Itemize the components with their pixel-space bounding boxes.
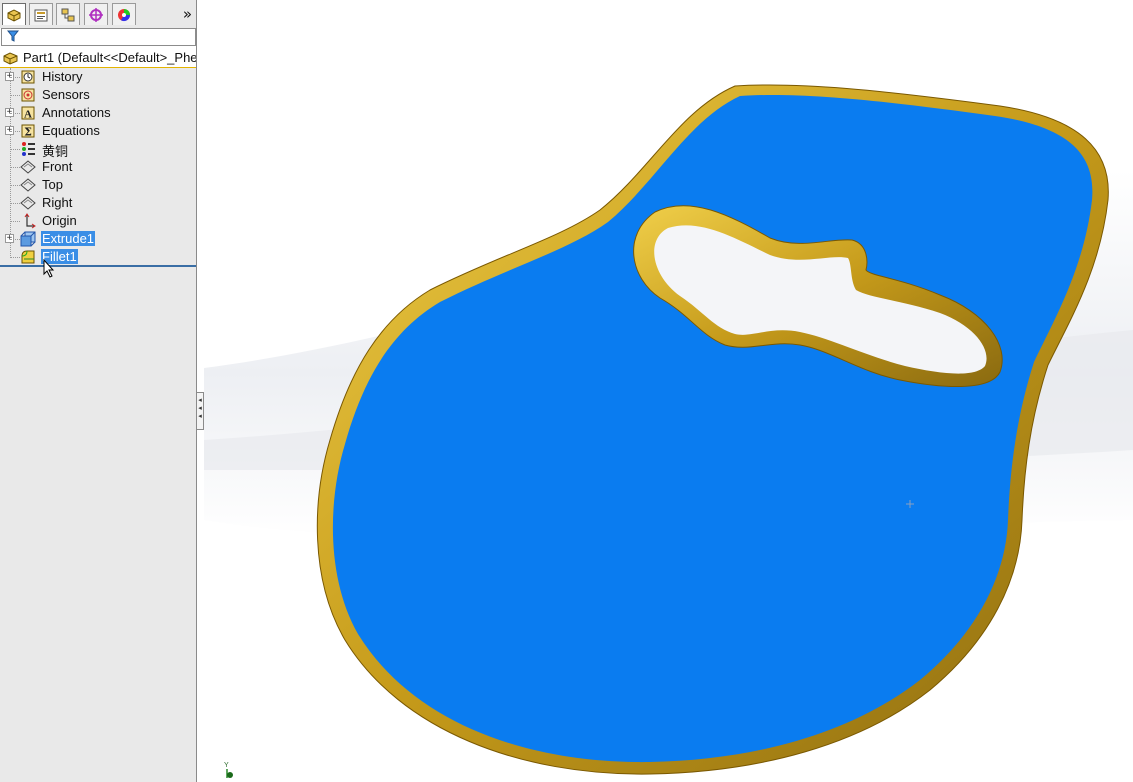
tree-item-label: Right bbox=[42, 195, 73, 210]
part-face-top[interactable] bbox=[332, 94, 1093, 763]
tree-item-label: Annotations bbox=[42, 105, 111, 120]
dimxpert-icon bbox=[89, 7, 103, 22]
filter-bar[interactable] bbox=[1, 28, 196, 46]
tree-item-annotations[interactable]: + A Annotations bbox=[0, 104, 196, 122]
tree-item-label: Top bbox=[42, 177, 63, 192]
tree-item-label: Equations bbox=[42, 123, 100, 138]
propertymanager-tab[interactable] bbox=[29, 3, 53, 25]
panel-overflow-chevron[interactable]: » bbox=[183, 5, 192, 23]
tree-item-label: History bbox=[42, 69, 83, 84]
history-icon bbox=[21, 70, 35, 84]
tree-root-part[interactable]: Part1 (Default<<Default>_Phe bbox=[0, 49, 196, 69]
feature-tree: + History Sensors + A Annotations + Σ Eq… bbox=[0, 68, 196, 782]
tree-item-label: Extrude1 bbox=[41, 231, 96, 246]
part-icon bbox=[3, 52, 18, 65]
configurationmanager-tab[interactable] bbox=[56, 3, 80, 25]
tree-item-sensors[interactable]: Sensors bbox=[0, 86, 196, 104]
plane-icon bbox=[20, 178, 36, 192]
origin-icon bbox=[24, 213, 36, 229]
svg-text:A: A bbox=[24, 109, 32, 121]
tree-item-label: Front bbox=[42, 159, 73, 174]
tree-item-fillet1[interactable]: Fillet1 bbox=[0, 248, 196, 266]
sensors-icon bbox=[21, 88, 35, 102]
part-root-label: Part1 (Default<<Default>_Phe bbox=[23, 50, 196, 65]
tree-item-label: Origin bbox=[42, 213, 77, 228]
view-triad-icon: Y bbox=[224, 762, 233, 778]
tree-item-history[interactable]: + History bbox=[0, 68, 196, 86]
fillet-icon bbox=[21, 250, 35, 264]
panel-collapse-handle[interactable]: ◂ ◂ ◂ bbox=[196, 392, 204, 430]
extrude-icon bbox=[20, 231, 36, 247]
tree-item-equations[interactable]: + Σ Equations bbox=[0, 122, 196, 140]
tree-item-right-plane[interactable]: Right bbox=[0, 194, 196, 212]
configuration-icon bbox=[61, 8, 75, 21]
model-view[interactable] bbox=[204, 0, 1133, 782]
display-manager-tab[interactable] bbox=[112, 3, 136, 25]
material-icon bbox=[22, 142, 35, 156]
rollback-bar[interactable] bbox=[0, 265, 196, 267]
featuremanager-icon bbox=[7, 8, 21, 22]
graphics-viewport[interactable]: Y bbox=[204, 0, 1133, 782]
panel-tab-bar: » bbox=[0, 0, 196, 28]
tree-item-material[interactable]: 黄铜 bbox=[0, 140, 196, 159]
tree-item-front-plane[interactable]: Front bbox=[0, 158, 196, 176]
feature-manager-panel: » Part1 (Default<<Default>_Phe + History… bbox=[0, 0, 197, 782]
dimxpert-tab[interactable] bbox=[84, 3, 108, 25]
tree-item-origin[interactable]: Origin bbox=[0, 212, 196, 230]
plane-icon bbox=[20, 160, 36, 174]
appearance-icon bbox=[118, 8, 130, 21]
mouse-cursor-icon bbox=[43, 259, 55, 278]
equations-icon: Σ bbox=[21, 124, 35, 139]
tree-item-extrude1[interactable]: + Extrude1 bbox=[0, 230, 196, 248]
triad-y-label: Y bbox=[224, 762, 229, 769]
svg-text:Σ: Σ bbox=[24, 126, 32, 139]
filter-icon[interactable] bbox=[7, 30, 19, 42]
annotations-icon: A bbox=[21, 106, 35, 121]
tree-item-top-plane[interactable]: Top bbox=[0, 176, 196, 194]
plane-icon bbox=[20, 196, 36, 210]
tree-item-label: Sensors bbox=[42, 87, 90, 102]
featuremanager-tab[interactable] bbox=[2, 3, 26, 25]
propertymanager-icon bbox=[34, 9, 48, 21]
